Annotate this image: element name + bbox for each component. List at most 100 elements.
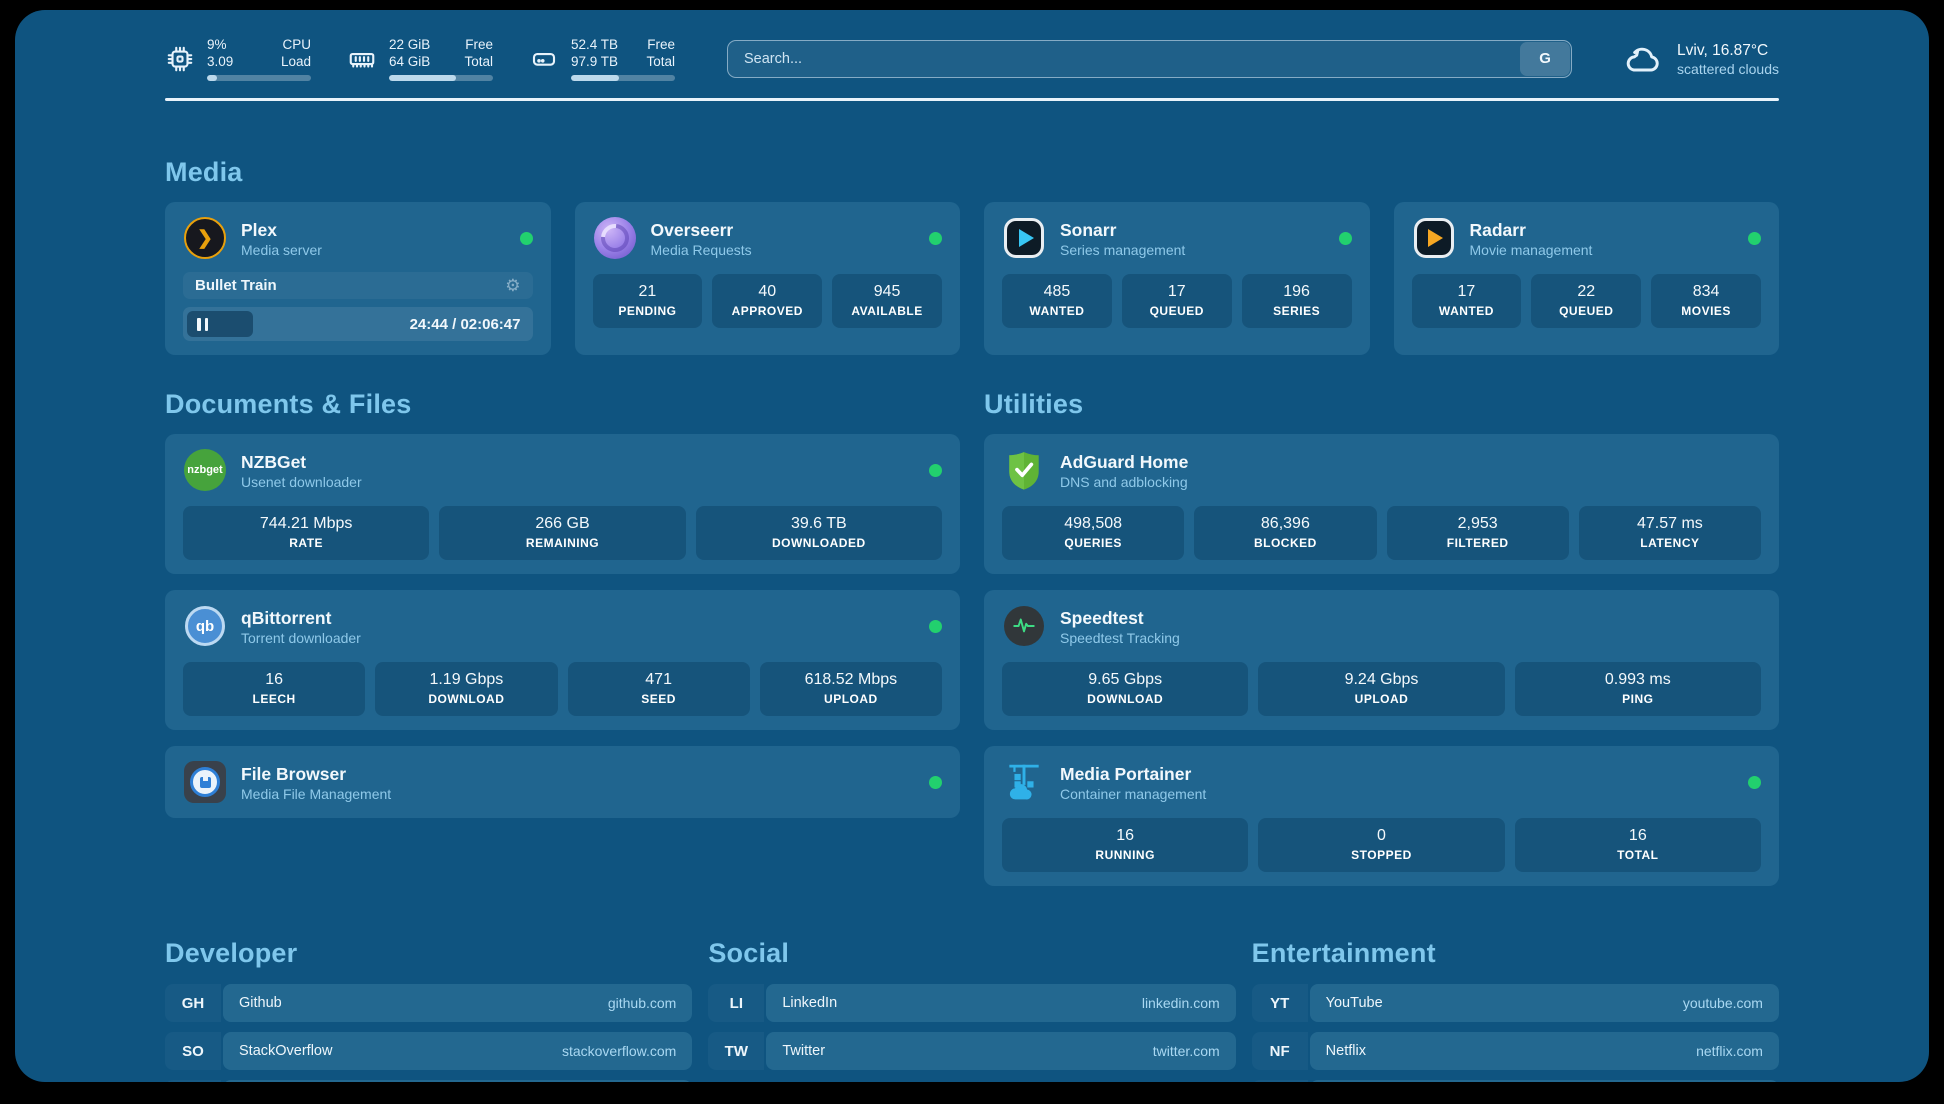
stat-tile: 834 MOVIES	[1651, 274, 1761, 328]
section-title-media: Media	[165, 157, 1779, 188]
stat-value: 0.993 ms	[1519, 671, 1757, 689]
stat-label: DOWNLOAD	[1006, 692, 1244, 706]
stat-label: RATE	[187, 536, 425, 550]
app-name: Overseerr	[651, 219, 752, 241]
link-row-linkedin[interactable]: LI LinkedIn linkedin.com	[708, 984, 1235, 1022]
stat-value: 16	[1006, 827, 1244, 845]
links-column-social: Social LI LinkedIn linkedin.com TW Twitt…	[708, 938, 1235, 1082]
app-card-sonarr[interactable]: Sonarr Series management 485 WANTED 17 Q…	[984, 202, 1370, 355]
qbittorrent-icon: qb	[185, 606, 225, 646]
utilities-column: Utilities AdGuard Home	[984, 389, 1779, 886]
cpu-progress-track	[207, 75, 311, 81]
documents-column: Documents & Files nzbget NZBGet Usenet d…	[165, 389, 960, 886]
status-dot	[929, 776, 942, 789]
stat-tile: 471 SEED	[568, 662, 750, 716]
media-grid: ❯ Plex Media server Bullet Train ⚙ 24:44…	[165, 202, 1779, 355]
search-input[interactable]	[727, 40, 1572, 78]
app-card-speedtest[interactable]: Speedtest Speedtest Tracking 9.65 Gbps D…	[984, 590, 1779, 730]
section-title-utilities: Utilities	[984, 389, 1779, 420]
stat-tile: 16 TOTAL	[1515, 818, 1761, 872]
ram-free-label: Free	[464, 36, 493, 53]
app-card-radarr[interactable]: Radarr Movie management 17 WANTED 22 QUE…	[1394, 202, 1780, 355]
system-stats: 9% 3.09 CPU Load	[165, 36, 675, 81]
links-column-entertainment: Entertainment YT YouTube youtube.com NF …	[1252, 938, 1779, 1082]
link-row-github[interactable]: GH Github github.com	[165, 984, 692, 1022]
stat-tile: 16 RUNNING	[1002, 818, 1248, 872]
link-url: youtube.com	[1683, 995, 1763, 1011]
stat-tile: 618.52 Mbps UPLOAD	[760, 662, 942, 716]
system-stat-disk: 52.4 TB 97.9 TB Free Total	[529, 36, 675, 81]
stat-value: 22	[1535, 283, 1637, 301]
stat-label: RUNNING	[1006, 848, 1244, 862]
system-stat-cpu: 9% 3.09 CPU Load	[165, 36, 311, 81]
cloud-icon	[1620, 37, 1664, 81]
weather-location-temp: Lviv, 16.87°C	[1677, 41, 1779, 61]
link-abbr: SO	[165, 1032, 221, 1070]
link-row-stackoverflow[interactable]: SO StackOverflow stackoverflow.com	[165, 1032, 692, 1070]
app-card-plex[interactable]: ❯ Plex Media server Bullet Train ⚙ 24:44…	[165, 202, 551, 355]
app-name: File Browser	[241, 763, 391, 785]
sonarr-icon	[1004, 218, 1044, 258]
stat-label: PING	[1519, 692, 1757, 706]
link-row-youtube[interactable]: YT YouTube youtube.com	[1252, 984, 1779, 1022]
app-card-qbittorrent[interactable]: qb qBittorrent Torrent downloader 16 LEE…	[165, 590, 960, 730]
stat-label: BLOCKED	[1198, 536, 1372, 550]
stat-value: 618.52 Mbps	[764, 671, 938, 689]
app-card-adguard[interactable]: AdGuard Home DNS and adblocking 498,508 …	[984, 434, 1779, 574]
stat-value: 196	[1246, 283, 1348, 301]
app-card-filebrowser[interactable]: File Browser Media File Management	[165, 746, 960, 818]
app-card-portainer[interactable]: Media Portainer Container management 16 …	[984, 746, 1779, 886]
stat-value: 945	[836, 283, 938, 301]
stat-label: WANTED	[1006, 304, 1108, 318]
stat-value: 40	[716, 283, 818, 301]
filebrowser-icon	[184, 761, 226, 803]
link-abbr: TW	[708, 1032, 764, 1070]
stat-value: 2,953	[1391, 515, 1565, 533]
app-name: qBittorrent	[241, 607, 361, 629]
overseerr-icon	[594, 217, 636, 259]
status-dot	[929, 232, 942, 245]
header: 9% 3.09 CPU Load	[165, 10, 1779, 81]
stat-label: QUERIES	[1006, 536, 1180, 550]
stat-value: 17	[1416, 283, 1518, 301]
dashboard-canvas: 9% 3.09 CPU Load	[15, 10, 1929, 1082]
stat-value: 16	[1519, 827, 1757, 845]
stat-tile: 47.57 ms LATENCY	[1579, 506, 1761, 560]
links-column-developer: Developer GH Github github.com SO StackO…	[165, 938, 692, 1082]
link-row-twitter[interactable]: TW Twitter twitter.com	[708, 1032, 1235, 1070]
stat-value: 9.65 Gbps	[1006, 671, 1244, 689]
pause-button[interactable]	[195, 314, 210, 335]
app-name: Speedtest	[1060, 607, 1180, 629]
stat-tile: 744.21 Mbps RATE	[183, 506, 429, 560]
weather-widget[interactable]: Lviv, 16.87°C scattered clouds	[1620, 37, 1779, 81]
stat-value: 0	[1262, 827, 1500, 845]
link-row-dev[interactable]: DT DEV dev.to	[165, 1080, 692, 1082]
stat-tile: 9.24 Gbps UPLOAD	[1258, 662, 1504, 716]
now-playing-progress-bar[interactable]: 24:44 / 02:06:47	[183, 307, 533, 341]
link-abbr: GH	[165, 984, 221, 1022]
status-dot	[929, 620, 942, 633]
stat-tile: 39.6 TB DOWNLOADED	[696, 506, 942, 560]
link-name: StackOverflow	[239, 1043, 332, 1059]
link-row-reddit[interactable]: RE Reddit reddit.com	[1252, 1080, 1779, 1082]
header-divider	[165, 98, 1779, 101]
status-dot	[1748, 776, 1761, 789]
link-abbr: LI	[708, 984, 764, 1022]
gear-icon[interactable]: ⚙	[505, 277, 520, 294]
stat-label: DOWNLOADED	[700, 536, 938, 550]
app-name: Sonarr	[1060, 219, 1185, 241]
now-playing-time: 24:44 / 02:06:47	[410, 316, 521, 333]
stat-tile: 266 GB REMAINING	[439, 506, 685, 560]
stat-value: 47.57 ms	[1583, 515, 1757, 533]
plex-icon: ❯	[184, 217, 226, 259]
system-stat-ram: 22 GiB 64 GiB Free Total	[347, 36, 493, 81]
link-row-netflix[interactable]: NF Netflix netflix.com	[1252, 1032, 1779, 1070]
stat-value: 86,396	[1198, 515, 1372, 533]
search-engine-button[interactable]: G	[1520, 42, 1570, 76]
app-card-nzbget[interactable]: nzbget NZBGet Usenet downloader 744.21 M…	[165, 434, 960, 574]
app-card-overseerr[interactable]: Overseerr Media Requests 21 PENDING 40 A…	[575, 202, 961, 355]
stat-label: MOVIES	[1655, 304, 1757, 318]
section-title-entertainment: Entertainment	[1252, 938, 1779, 969]
app-subtitle: Media server	[241, 242, 322, 258]
stat-value: 471	[572, 671, 746, 689]
